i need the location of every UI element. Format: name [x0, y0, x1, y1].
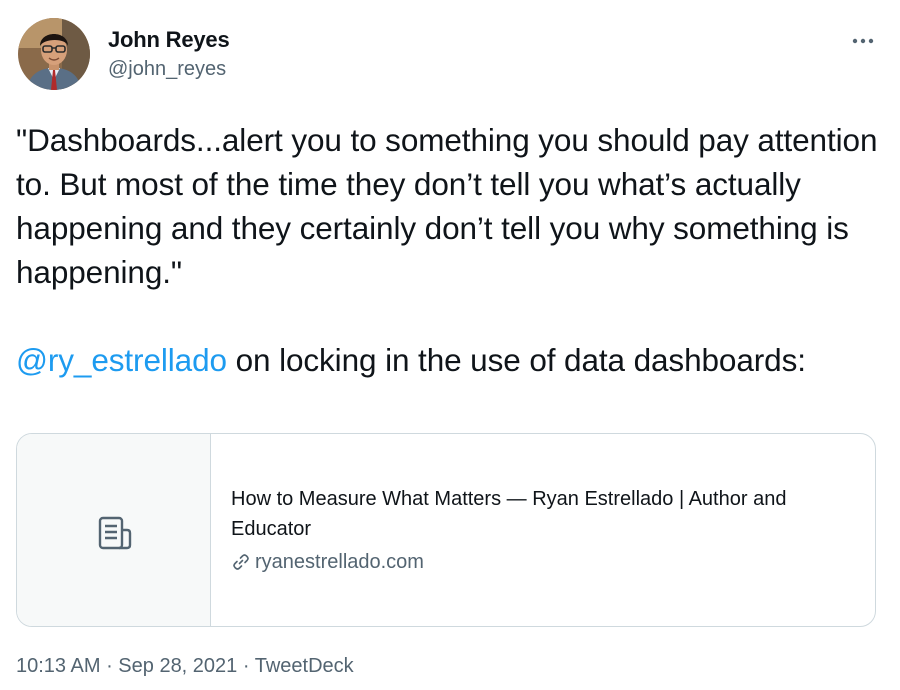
profile-photo [18, 18, 90, 90]
tweet-rest-text: on locking in the use of data dashboards… [226, 342, 806, 378]
link-icon [233, 554, 249, 570]
meta-separator: · [100, 655, 119, 677]
author-handle[interactable]: @john_reyes [108, 58, 226, 81]
card-domain: ryanestrellado.com [255, 551, 424, 573]
avatar[interactable] [18, 18, 90, 90]
tweet-text: "Dashboards...alert you to something you… [16, 118, 886, 382]
more-options-button[interactable] [846, 24, 880, 58]
link-preview-card[interactable]: How to Measure What Matters — Ryan Estre… [16, 433, 876, 627]
card-body: How to Measure What Matters — Ryan Estre… [231, 484, 841, 574]
card-thumbnail [17, 434, 211, 626]
mention-link[interactable]: @ry_estrellado [16, 342, 227, 378]
tweet-second-paragraph: @ry_estrellado on locking in the use of … [16, 338, 886, 382]
article-icon [98, 516, 132, 550]
tweet-time[interactable]: 10:13 AM [16, 655, 101, 677]
card-domain-row: ryanestrellado.com [231, 550, 841, 574]
tweet-metadata: 10:13 AM · Sep 28, 2021 · TweetDeck [16, 655, 354, 678]
tweet-source[interactable]: TweetDeck [255, 655, 354, 677]
ellipsis-icon [852, 38, 874, 44]
tweet: John Reyes @john_reyes "Dashboards...ale… [0, 0, 900, 690]
card-title: How to Measure What Matters — Ryan Estre… [231, 488, 787, 540]
meta-separator: · [237, 655, 255, 677]
tweet-date[interactable]: Sep 28, 2021 [118, 655, 237, 677]
author-display-name[interactable]: John Reyes [108, 27, 230, 53]
tweet-quote: "Dashboards...alert you to something you… [16, 122, 878, 290]
